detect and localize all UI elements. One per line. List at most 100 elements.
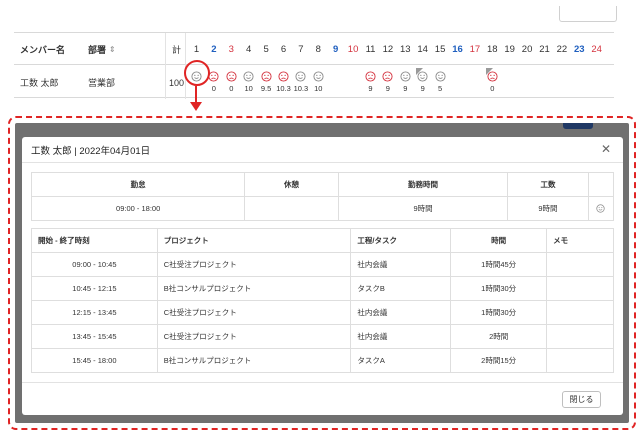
frown-icon[interactable]: [261, 71, 272, 82]
frown-icon[interactable]: [487, 71, 498, 82]
day-header: 13: [400, 43, 411, 55]
member-name-link[interactable]: 工数 太郎: [20, 66, 59, 99]
row-memo: [546, 324, 614, 349]
row-project: C社受注プロジェクト: [156, 324, 352, 349]
modal-title: 工数 太郎 | 2022年04月01日: [31, 146, 151, 157]
day-cell: [345, 66, 362, 99]
day-header: 16: [452, 43, 463, 55]
grid-divider: [165, 33, 166, 99]
day-value: 0: [490, 84, 495, 93]
day-header: 12: [382, 43, 394, 55]
smile-icon[interactable]: [313, 71, 324, 82]
day-cell: [327, 66, 344, 99]
monthly-grid: メンバー名 部署 ⇕ 計 工数 太郎 営業部 100 1 2 0 3 0 4 10 5 9.5 6 1…: [14, 32, 614, 99]
day-header: 8: [315, 43, 321, 55]
total-header: 計: [172, 44, 182, 55]
attendance-summary-table: 勤怠 休憩 勤務時間 工数 09:00 - 18:00 9時間 9時間: [30, 172, 615, 221]
smile-icon[interactable]: [295, 71, 306, 82]
day-header: 20: [521, 43, 533, 55]
row-memo: [546, 276, 614, 301]
frown-icon[interactable]: [278, 71, 289, 82]
smile-icon[interactable]: [435, 71, 446, 82]
day-header: 24: [591, 43, 602, 55]
department-header[interactable]: 部署 ⇕: [88, 33, 116, 65]
row-project: B社コンサルプロジェクト: [156, 276, 352, 301]
summary-header-break: 休憩: [244, 172, 339, 197]
summary-header-work-hours: 勤務時間: [337, 172, 509, 197]
detail-header-hours: 時間: [450, 228, 548, 253]
frown-icon[interactable]: [382, 71, 393, 82]
row-task: 社内会議: [350, 300, 452, 325]
summary-attendance: 09:00 - 18:00: [30, 196, 246, 221]
row-memo: [546, 348, 614, 373]
top-action-button[interactable]: [559, 6, 617, 22]
day-header: 22: [556, 43, 568, 55]
row-time: 09:00 - 10:45: [31, 252, 158, 277]
backdrop-button: [563, 123, 593, 129]
row-project: C社受注プロジェクト: [156, 300, 352, 325]
table-row: 15:45 - 18:00 B社コンサルプロジェクト タスクA 2時間15分: [31, 348, 614, 373]
highlight-circle: [184, 60, 210, 86]
smile-icon[interactable]: [243, 71, 254, 82]
day-cell[interactable]: 9: [362, 66, 379, 99]
day-cell[interactable]: 9: [414, 66, 431, 99]
smile-icon[interactable]: [400, 71, 411, 82]
frown-icon[interactable]: [226, 71, 237, 82]
row-task: 社内会議: [350, 324, 452, 349]
day-cell[interactable]: 9: [397, 66, 414, 99]
day-cell: [501, 66, 518, 99]
day-cell[interactable]: 0: [223, 66, 240, 99]
summary-status[interactable]: [587, 196, 615, 221]
smile-icon[interactable]: [596, 204, 605, 213]
day-header: 6: [280, 43, 287, 55]
day-cell[interactable]: 5: [432, 66, 449, 99]
day-header: 7: [298, 43, 304, 55]
row-hours: 1時間45分: [450, 252, 548, 277]
close-button[interactable]: 閉じる: [562, 391, 601, 408]
day-header: 10: [347, 43, 359, 55]
table-row: 13:45 - 15:45 C社受注プロジェクト 社内会議 2時間: [31, 324, 614, 349]
member-total: 100: [169, 77, 185, 88]
summary-header-man-hours: 工数: [507, 172, 589, 197]
summary-header-status: [587, 172, 615, 197]
detail-header-project: プロジェクト: [156, 228, 352, 253]
row-hours: 2時間15分: [450, 348, 548, 373]
day-cell[interactable]: 10: [310, 66, 327, 99]
day-cell: [466, 66, 483, 99]
day-cell: [553, 66, 570, 99]
row-project: B社コンサルプロジェクト: [156, 348, 352, 373]
smile-icon[interactable]: [417, 71, 428, 82]
daily-detail-modal: 工数 太郎 | 2022年04月01日 ✕ 勤怠 休憩 勤務時間 工数 09:0…: [22, 137, 623, 415]
summary-header-attendance: 勤怠: [30, 172, 246, 197]
row-hours: 2時間: [450, 324, 548, 349]
detail-header-task: 工程/タスク: [350, 228, 452, 253]
detail-body: 09:00 - 10:45 C社受注プロジェクト 社内会議 1時間45分 10:45 -…: [31, 252, 614, 373]
day-cell[interactable]: 10.3: [275, 66, 292, 99]
close-icon[interactable]: ✕: [599, 142, 613, 156]
day-cell[interactable]: 0: [484, 66, 501, 99]
row-task: タスクB: [350, 276, 452, 301]
day-cell[interactable]: 10.3: [292, 66, 309, 99]
day-cell[interactable]: 9: [379, 66, 396, 99]
day-value: 5: [438, 84, 443, 93]
member-name-header: メンバー名: [20, 44, 66, 55]
day-cell[interactable]: 9.5: [258, 66, 275, 99]
row-task: 社内会議: [350, 252, 452, 277]
frown-icon[interactable]: [208, 71, 219, 82]
sort-icon[interactable]: ⇕: [109, 45, 116, 54]
day-header: 14: [417, 43, 428, 55]
frown-icon[interactable]: [365, 71, 376, 82]
detail-header-time: 開始 - 終了時刻: [31, 228, 158, 253]
day-header: 11: [365, 43, 376, 55]
day-header: 15: [434, 43, 446, 55]
row-hours: 1時間30分: [450, 300, 548, 325]
table-row: 12:15 - 13:45 C社受注プロジェクト 社内会議 1時間30分: [31, 300, 614, 325]
row-time: 12:15 - 13:45: [31, 300, 158, 325]
modal-header-divider: [22, 162, 623, 163]
day-cell: [536, 66, 553, 99]
day-header: 21: [539, 43, 550, 55]
table-row: 10:45 - 12:15 B社コンサルプロジェクト タスクB 1時間30分: [31, 276, 614, 301]
day-header: 2: [211, 43, 217, 55]
row-time: 15:45 - 18:00: [31, 348, 158, 373]
day-cell[interactable]: 10: [240, 66, 257, 99]
